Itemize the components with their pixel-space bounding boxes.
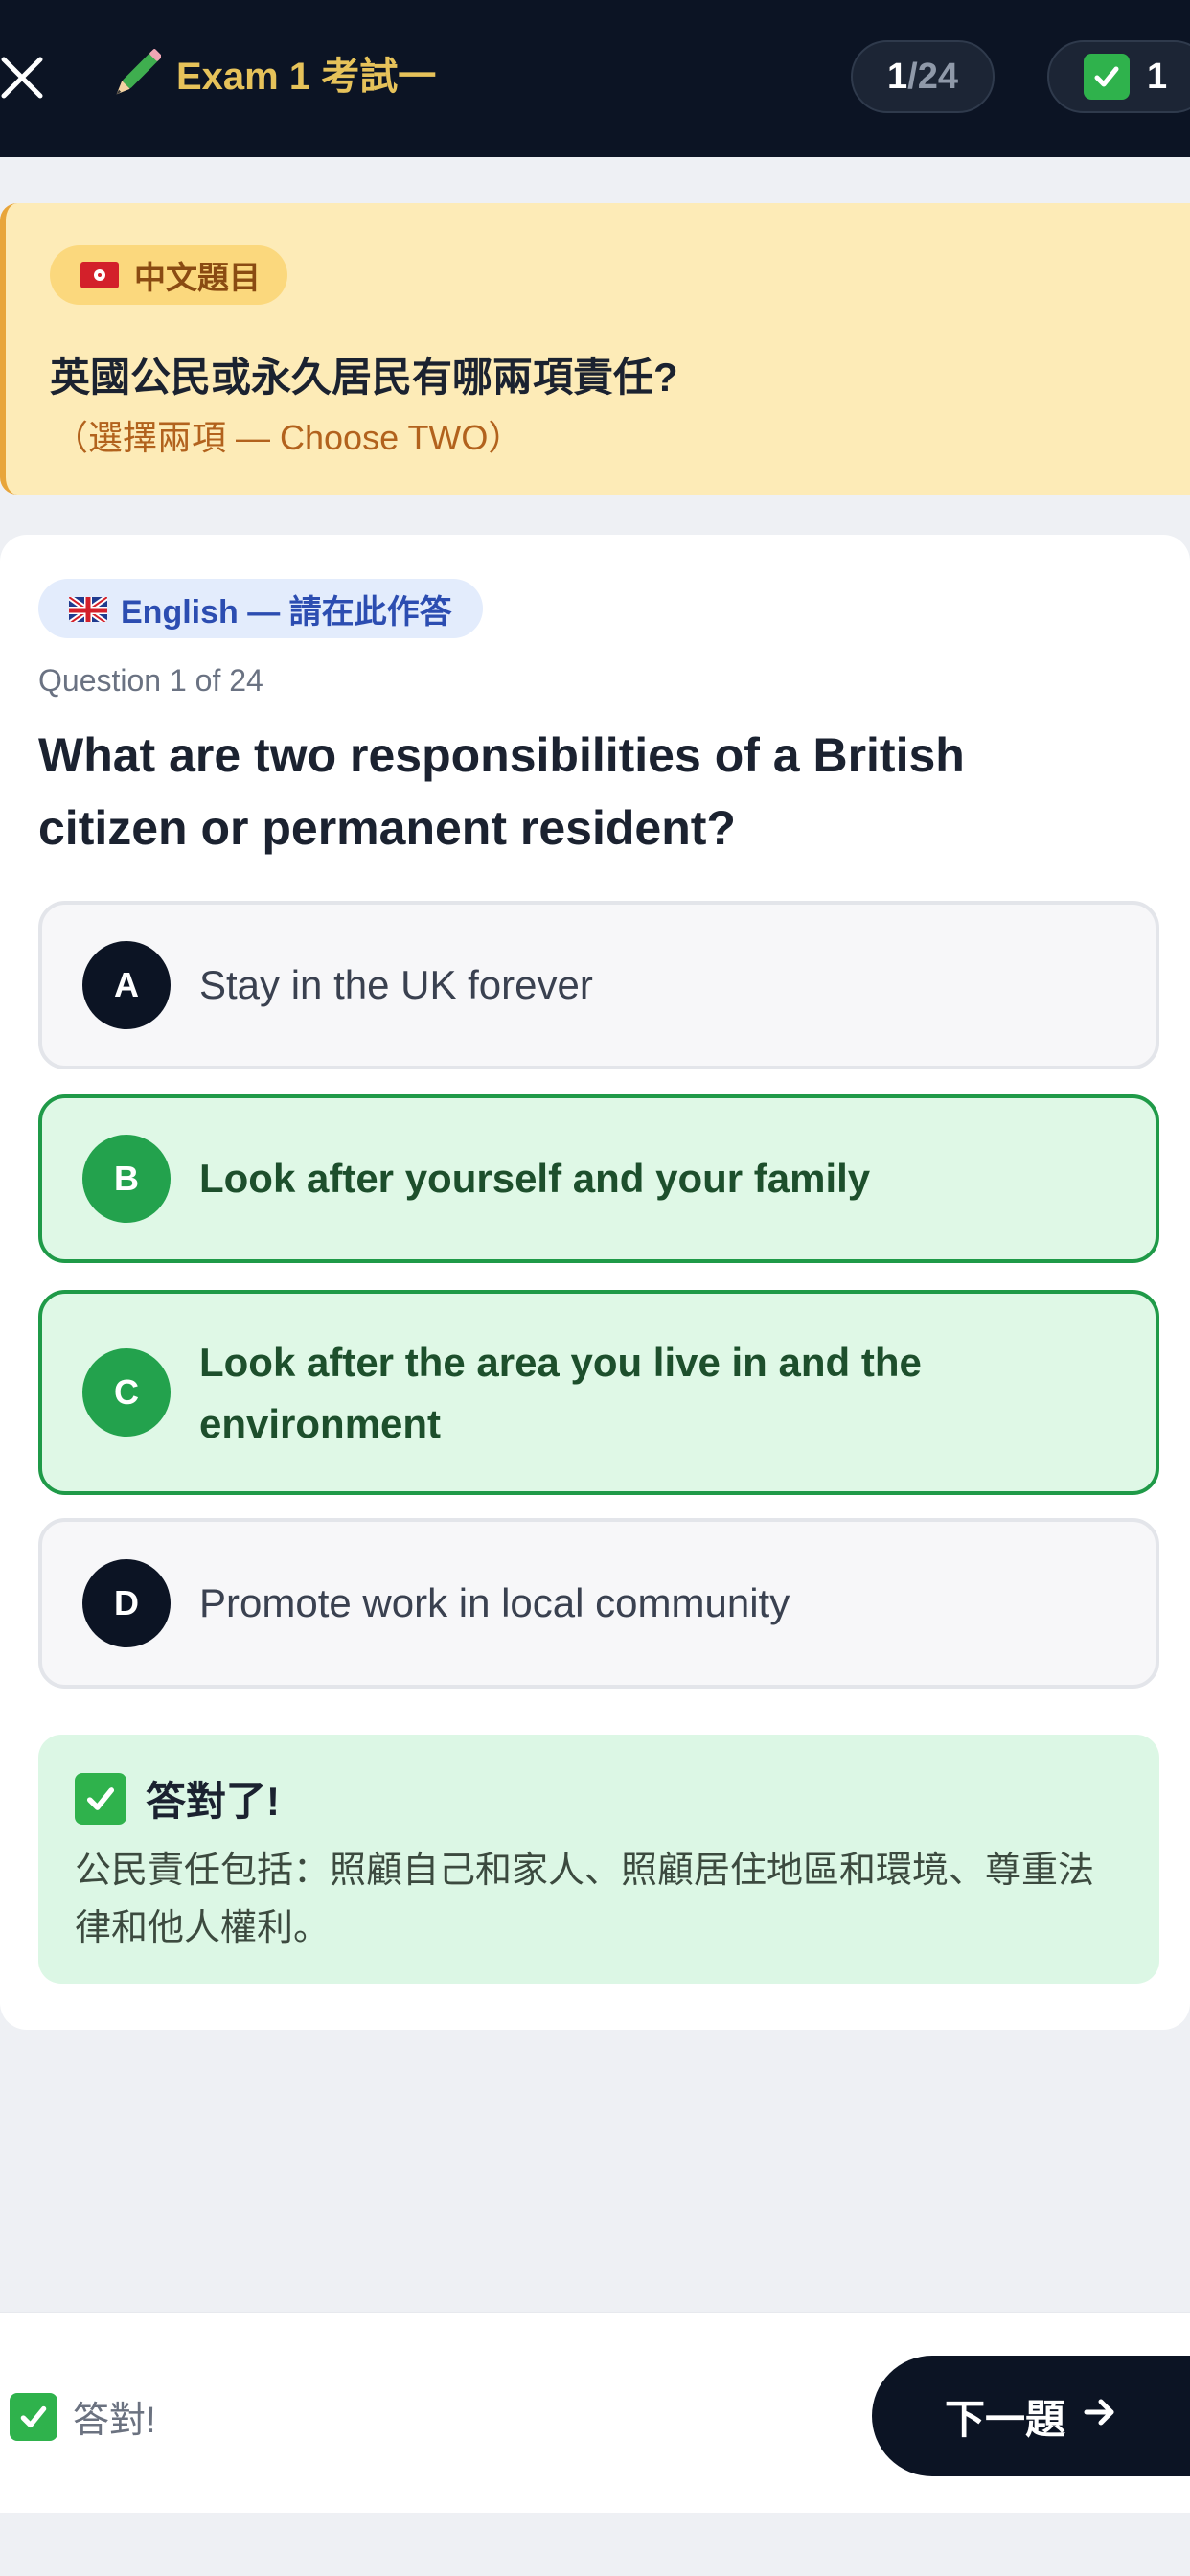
option-letter: A <box>82 941 171 1029</box>
bottom-bar: 答對! 下一題 <box>0 2312 1190 2513</box>
answer-status: 答對! <box>10 2390 156 2443</box>
feedback-title: 答對了! <box>75 1769 280 1828</box>
exam-title: Exam 1 考試一 <box>176 56 437 98</box>
option-a[interactable]: A Stay in the UK forever <box>38 901 1159 1070</box>
option-text: Promote work in local community <box>199 1580 790 1625</box>
arrow-right-icon <box>1083 2393 1117 2439</box>
hk-flag-icon <box>80 262 119 288</box>
chinese-question-text: 英國公民或永久居民有哪兩項責任? <box>50 355 678 400</box>
question-counter: Question 1 of 24 <box>38 663 263 698</box>
option-d[interactable]: D Promote work in local community <box>38 1518 1159 1689</box>
option-c[interactable]: C Look after the area you live in and th… <box>38 1290 1159 1495</box>
option-text: Stay in the UK forever <box>199 962 593 1007</box>
progress-pill: 1/24 <box>851 40 995 113</box>
next-button-label: 下一題 <box>944 2396 1065 2442</box>
check-icon <box>1084 54 1130 100</box>
chinese-badge: 中文題目 <box>50 245 287 305</box>
answer-status-text: 答對! <box>73 2401 156 2441</box>
chinese-badge-label: 中文題目 <box>134 260 261 295</box>
check-icon <box>75 1772 126 1825</box>
next-question-button[interactable]: 下一題 <box>872 2356 1190 2476</box>
feedback-title-text: 答對了! <box>146 1779 280 1824</box>
close-icon <box>1 57 43 99</box>
pencil-icon <box>107 48 162 105</box>
option-letter: B <box>82 1135 171 1223</box>
chinese-instruction: （選擇兩項 — Choose TWO） <box>54 418 523 457</box>
english-question-card: English — 請在此作答 Question 1 of 24 What ar… <box>0 535 1190 2030</box>
option-letter: D <box>82 1559 171 1647</box>
english-badge-label: English — 請在此作答 <box>121 593 452 631</box>
option-text: Look after yourself and your family <box>199 1156 871 1201</box>
question-text: What are two responsibilities of a Briti… <box>38 728 965 855</box>
score-pill: 1 <box>1047 40 1190 113</box>
option-text: Look after the area you live in and the … <box>199 1340 922 1446</box>
uk-flag-icon <box>69 595 107 622</box>
score-count: 1 <box>1147 56 1168 97</box>
close-button[interactable] <box>0 48 48 105</box>
option-letter: C <box>82 1348 171 1437</box>
progress-current: 1 <box>887 56 908 97</box>
top-bar: Exam 1 考試一 1/24 1 <box>0 0 1190 157</box>
check-icon <box>10 2392 57 2441</box>
answer-feedback: 答對了! 公民責任包括：照顧自己和家人、照顧居住地區和環境、尊重法律和他人權利。 <box>38 1735 1159 1984</box>
english-badge: English — 請在此作答 <box>38 579 483 638</box>
feedback-explanation: 公民責任包括：照顧自己和家人、照顧居住地區和環境、尊重法律和他人權利。 <box>75 1851 1095 1948</box>
progress-total: /24 <box>907 56 958 97</box>
option-b[interactable]: B Look after yourself and your family <box>38 1094 1159 1263</box>
